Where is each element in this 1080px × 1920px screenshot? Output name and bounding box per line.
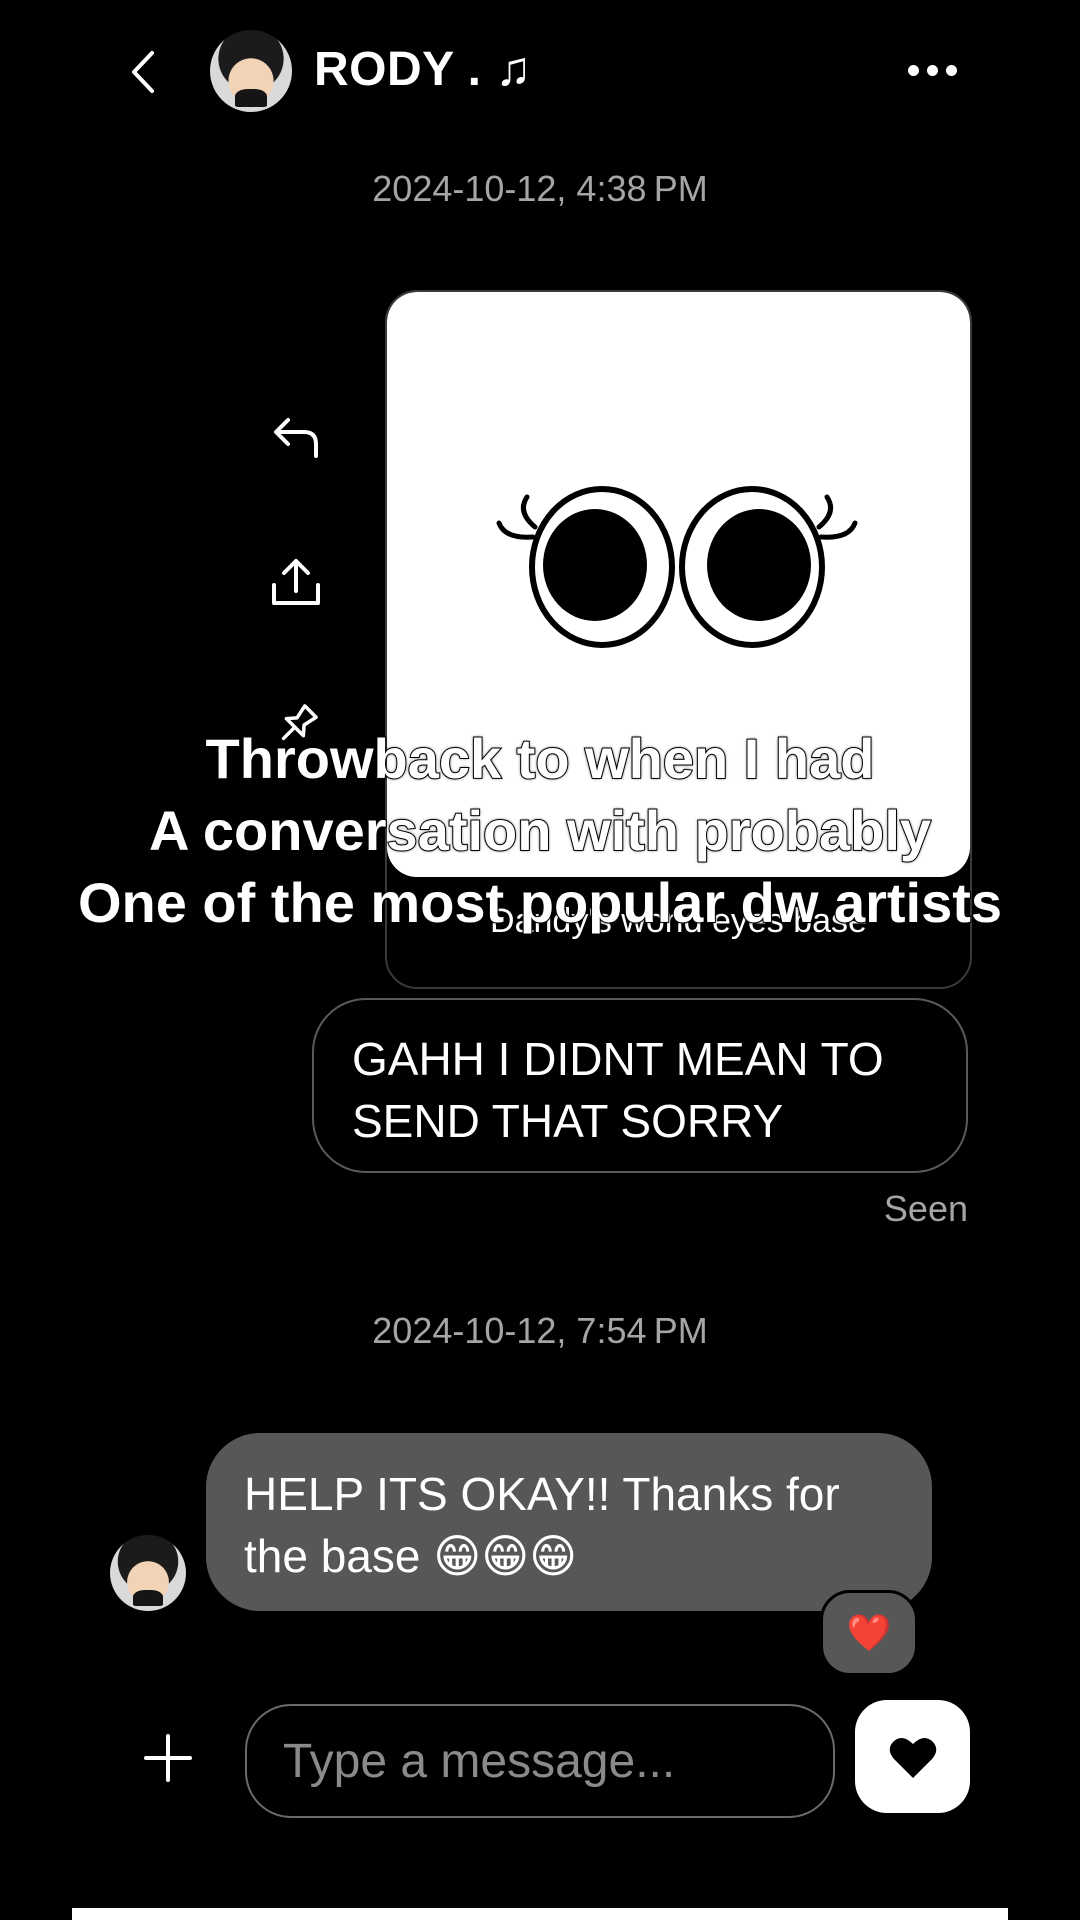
- more-dot: [926, 64, 938, 76]
- chat-header: RODY . ♫: [0, 0, 1080, 150]
- message-input[interactable]: [245, 1704, 835, 1818]
- heart-reaction[interactable]: ❤️: [820, 1590, 918, 1676]
- contact-avatar[interactable]: [210, 30, 292, 112]
- bottom-edge-bar: [72, 1908, 1008, 1920]
- message-timestamp: 2024-10-12, 4:38 PM: [372, 168, 708, 209]
- more-options-button[interactable]: [900, 50, 964, 90]
- chat-screen: RODY . ♫ 2024-10-12, 4:38 PM Dandy's wor…: [0, 0, 1080, 1920]
- seen-status: Seen: [883, 1188, 968, 1229]
- caption-line: A conversation with probably: [148, 798, 932, 863]
- reply-icon[interactable]: [268, 410, 324, 466]
- contact-name[interactable]: RODY . ♫: [314, 42, 532, 97]
- sender-avatar[interactable]: [110, 1535, 186, 1611]
- caption-line: Throwback to when I had: [205, 726, 876, 791]
- plus-icon: [144, 1734, 192, 1782]
- heart-icon: [889, 1737, 936, 1778]
- back-button[interactable]: [118, 42, 168, 102]
- incoming-message[interactable]: HELP ITS OKAY!! Thanks for the base 😁😁😁: [206, 1433, 932, 1611]
- more-dot: [945, 64, 957, 76]
- more-horizontal-icon: [907, 64, 919, 76]
- caption-line: One of the most popular dw artists: [77, 870, 1003, 935]
- eyes-drawing: [496, 486, 858, 648]
- send-heart-button[interactable]: [855, 1700, 970, 1813]
- chevron-left-icon: [132, 51, 154, 93]
- share-icon[interactable]: [268, 555, 324, 611]
- add-attachment-button[interactable]: [138, 1728, 198, 1788]
- message-timestamp: 2024-10-12, 7:54 PM: [372, 1310, 708, 1351]
- outgoing-message[interactable]: GAHH I DIDNT MEAN TO SEND THAT SORRY: [312, 998, 968, 1173]
- video-caption-overlay: Throwback to when I had A conversation w…: [0, 723, 1080, 939]
